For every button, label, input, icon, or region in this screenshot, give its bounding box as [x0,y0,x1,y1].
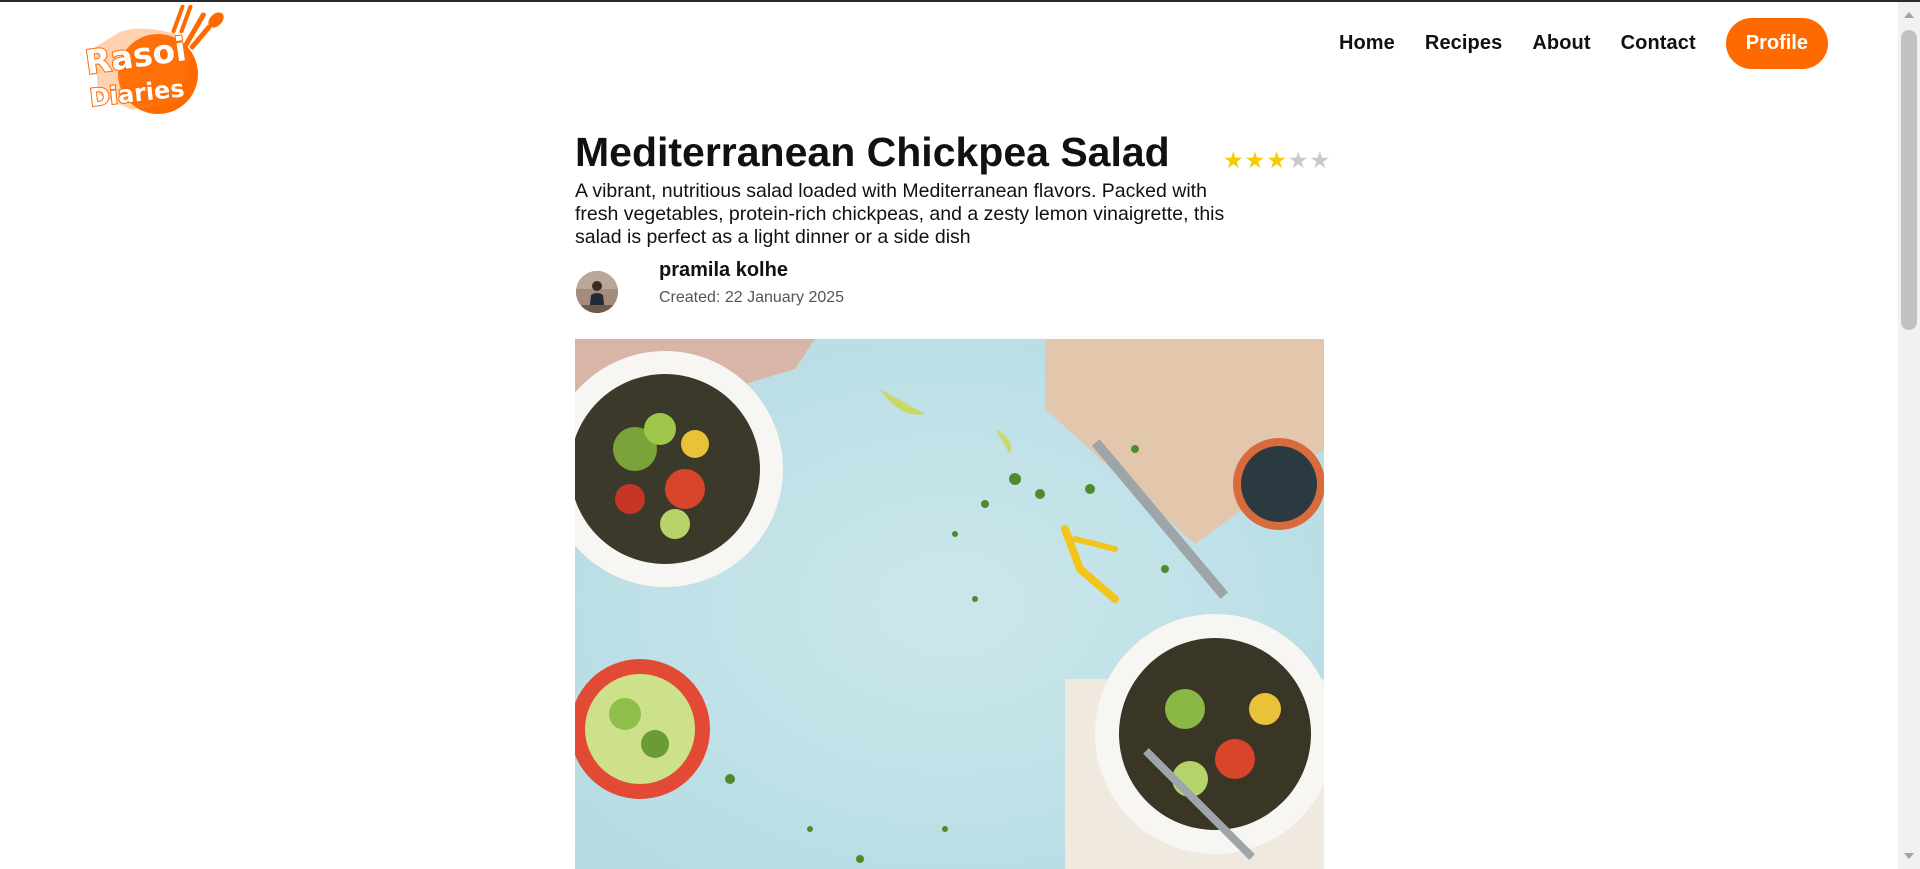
nav-item-contact[interactable]: Contact [1621,32,1696,55]
created-date: Created: 22 January 2025 [659,289,844,307]
recipe-description: A vibrant, nutritious salad loaded with … [575,180,1225,248]
star-rating[interactable]: ★ ★ ★ ★ ★ [1223,148,1330,172]
recipe-hero-image [575,339,1324,869]
avatar-photo-icon [576,271,618,313]
scroll-up-arrow-icon[interactable] [1904,12,1914,18]
scrollbar-thumb[interactable] [1901,30,1917,330]
author-name[interactable]: pramila kolhe [659,259,788,282]
logo-mark-icon: Rasoi Diaries [82,4,224,114]
created-value: 22 January 2025 [724,289,845,306]
star-icon[interactable]: ★ [1223,148,1244,172]
vertical-scrollbar[interactable] [1898,2,1920,869]
rasoi-diaries-logo[interactable]: Rasoi Diaries [80,2,235,117]
nav-item-about[interactable]: About [1532,32,1590,55]
star-icon[interactable]: ★ [1310,148,1331,172]
nav-item-home[interactable]: Home [1339,32,1395,55]
scroll-down-arrow-icon[interactable] [1904,853,1914,859]
created-label: Created: [659,289,721,306]
nav-item-recipes[interactable]: Recipes [1425,32,1502,55]
star-icon[interactable]: ★ [1266,148,1287,172]
recipe-title: Mediterranean Chickpea Salad [575,129,1170,175]
main-nav: Home Recipes About Contact Profile [1339,18,1828,69]
author-info: pramila kolhe Created: 22 January 2025 [575,257,1325,323]
avatar[interactable] [576,271,618,313]
site-header: Rasoi Diaries Home Recipes About Contact… [0,2,1898,114]
salad-photo-icon [575,339,1324,869]
star-icon[interactable]: ★ [1245,148,1266,172]
profile-button[interactable]: Profile [1725,18,1828,69]
recipe-article: Mediterranean Chickpea Salad ★ ★ ★ ★ ★ A… [575,128,1330,323]
star-icon[interactable]: ★ [1288,148,1309,172]
